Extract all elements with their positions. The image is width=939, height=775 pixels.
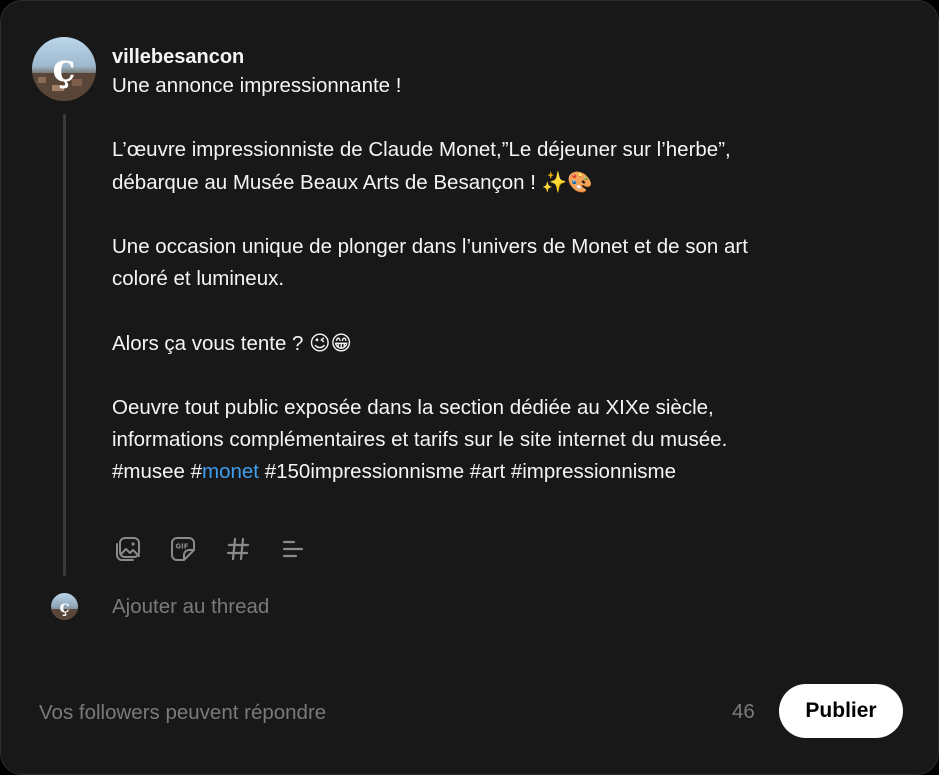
post-line: L’œuvre impressionniste de Claude Monet,…	[112, 138, 731, 161]
sparkles-palette-emoji: ✨🎨	[541, 170, 593, 194]
post-content: villebesancon Une annonce impressionnant…	[112, 45, 892, 488]
hashtag-text: #150impressionnisme #art #impressionnism…	[259, 460, 677, 483]
post-line: Une occasion unique de plonger dans l’un…	[112, 235, 748, 258]
character-count: 46	[732, 700, 755, 723]
svg-text:ç: ç	[52, 45, 75, 90]
svg-text:GIF: GIF	[175, 543, 188, 551]
line-break	[112, 102, 892, 134]
avatar-small: ç	[51, 593, 78, 620]
avatar[interactable]: ç	[32, 37, 96, 101]
gif-icon[interactable]: GIF	[167, 533, 199, 565]
line-break	[112, 199, 892, 231]
post-text[interactable]: Une annonce impressionnante ! L’œuvre im…	[112, 70, 892, 488]
post-line: débarque au Musée Beaux Arts de Besançon…	[112, 166, 892, 199]
line-break	[112, 360, 892, 392]
hashtag-icon[interactable]	[222, 533, 254, 565]
reply-permission-setting[interactable]: Vos followers peuvent répondre	[39, 701, 326, 725]
hashtag-text: #musee #	[112, 460, 203, 483]
hashtag-line: #musee #monet #150impressionnisme #art #…	[112, 456, 892, 488]
avatar-small-image: ç	[51, 593, 78, 620]
avatar-image: ç	[32, 37, 96, 101]
compose-panel: ç villebesancon Une annonce impressionna…	[0, 0, 939, 775]
hashtag-link[interactable]: monet	[202, 460, 259, 483]
post-line-text: débarque au Musée Beaux Arts de Besançon…	[112, 171, 542, 194]
post-line: Alors ça vous tente ? 😉😁	[112, 327, 892, 360]
post-line-text: Alors ça vous tente ?	[112, 332, 310, 355]
thread-line	[63, 114, 66, 576]
post-line: Une annonce impressionnante !	[112, 74, 402, 97]
publish-button[interactable]: Publier	[779, 684, 903, 738]
list-icon[interactable]	[277, 533, 309, 565]
username[interactable]: villebesancon	[112, 45, 892, 69]
svg-text:ç: ç	[59, 596, 69, 616]
wink-grin-emoji: 😉😁	[309, 331, 352, 355]
post-line: Oeuvre tout public exposée dans la secti…	[112, 396, 714, 419]
add-to-thread-input[interactable]: Ajouter au thread	[112, 595, 269, 619]
post-line: informations complémentaires et tarifs s…	[112, 428, 728, 451]
line-break	[112, 295, 892, 327]
media-icon[interactable]	[112, 533, 144, 565]
post-line: coloré et lumineux.	[112, 267, 285, 290]
compose-toolbar: GIF	[112, 533, 309, 565]
